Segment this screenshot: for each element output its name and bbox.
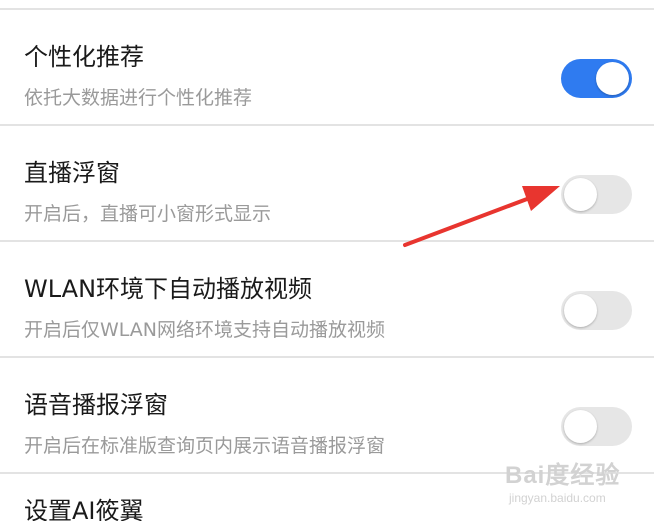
setting-title: 个性化推荐 [24, 43, 144, 71]
live-floating-window-toggle[interactable] [561, 175, 632, 214]
personalized-recommendation-toggle[interactable] [561, 59, 632, 98]
setting-title: 语音播报浮窗 [24, 391, 168, 419]
toggle-knob [596, 62, 629, 95]
setting-subtitle: 开启后在标准版查询页内展示语音播报浮窗 [24, 435, 386, 457]
settings-list: 个性化推荐 依托大数据进行个性化推荐 直播浮窗 开启后，直播可小窗形式显示 WL… [0, 0, 654, 521]
toggle-knob [564, 294, 597, 327]
setting-title: 设置AI筱翼 [24, 497, 144, 521]
voice-broadcast-floating-window-toggle[interactable] [561, 407, 632, 446]
setting-subtitle: 依托大数据进行个性化推荐 [24, 87, 253, 109]
setting-row-wlan-autoplay-video[interactable]: WLAN环境下自动播放视频 开启后仅WLAN网络环境支持自动播放视频 [0, 242, 654, 356]
setting-row-live-floating-window[interactable]: 直播浮窗 开启后，直播可小窗形式显示 [0, 126, 654, 240]
setting-row-personalized-recommendation[interactable]: 个性化推荐 依托大数据进行个性化推荐 [0, 10, 654, 124]
setting-title: 直播浮窗 [24, 159, 120, 187]
toggle-knob [564, 178, 597, 211]
setting-row-voice-broadcast-floating-window[interactable]: 语音播报浮窗 开启后在标准版查询页内展示语音播报浮窗 [0, 358, 654, 472]
setting-title: WLAN环境下自动播放视频 [24, 275, 313, 303]
setting-subtitle: 开启后，直播可小窗形式显示 [24, 203, 272, 225]
setting-row-ai-assistant[interactable]: 设置AI筱翼 [0, 474, 654, 521]
wlan-autoplay-video-toggle[interactable] [561, 291, 632, 330]
toggle-knob [564, 410, 597, 443]
setting-subtitle: 开启后仅WLAN网络环境支持自动播放视频 [24, 319, 386, 341]
